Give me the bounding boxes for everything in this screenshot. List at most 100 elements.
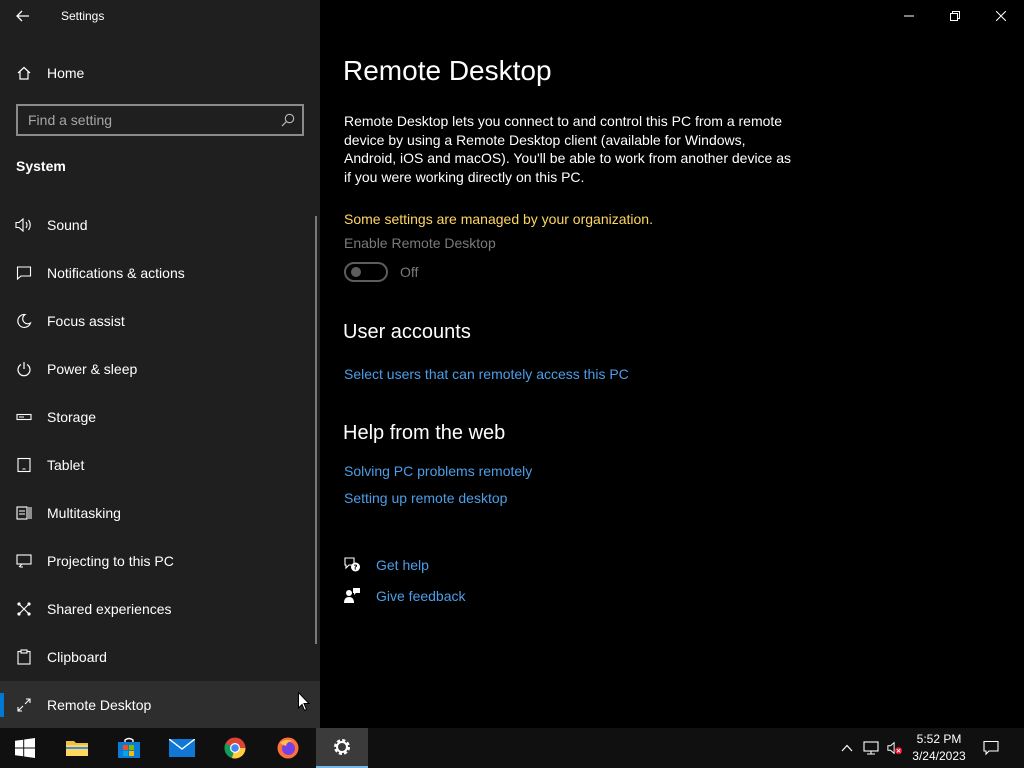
action-center-button[interactable]	[983, 740, 999, 756]
app-title: Settings	[61, 9, 105, 23]
svg-text:?: ?	[353, 564, 357, 572]
sidebar: Settings Home System Sound Notifications…	[0, 0, 320, 729]
taskbar-firefox[interactable]	[263, 728, 313, 768]
nav-list: Sound Notifications & actions Focus assi…	[0, 201, 320, 729]
clock-date: 3/24/2023	[912, 749, 966, 763]
managed-notice: Some settings are managed by your organi…	[344, 211, 653, 227]
enable-remote-desktop-label: Enable Remote Desktop	[344, 235, 496, 251]
minimize-button[interactable]	[886, 0, 932, 32]
sidebar-item-label: Storage	[47, 409, 97, 425]
sidebar-item-remote-desktop[interactable]: Remote Desktop	[0, 681, 320, 729]
sidebar-item-projecting[interactable]: Projecting to this PC	[0, 537, 320, 585]
toggle-state-label: Off	[400, 264, 419, 280]
shared-icon	[15, 601, 33, 617]
taskbar-microsoft-store[interactable]	[104, 728, 154, 768]
give-feedback-link[interactable]: Give feedback	[343, 587, 466, 605]
enable-remote-desktop-toggle[interactable]	[344, 262, 388, 282]
section-label-system: System	[16, 158, 66, 174]
get-help-link[interactable]: ? Get help	[343, 556, 429, 574]
firefox-icon	[277, 737, 299, 759]
start-button[interactable]	[0, 728, 50, 768]
mail-icon	[169, 739, 195, 757]
home-label: Home	[47, 65, 85, 81]
message-icon	[15, 265, 33, 281]
storage-icon	[15, 409, 33, 425]
store-icon	[118, 737, 140, 758]
sidebar-scrollbar[interactable]	[315, 216, 317, 644]
sidebar-item-label: Power & sleep	[47, 361, 138, 377]
sidebar-item-sound[interactable]: Sound	[0, 201, 320, 249]
gear-icon	[334, 739, 350, 755]
search-input[interactable]	[18, 111, 274, 129]
sidebar-item-clipboard[interactable]: Clipboard	[0, 633, 320, 681]
show-hidden-icons-button[interactable]	[839, 740, 855, 756]
chevron-up-icon	[841, 744, 853, 752]
sidebar-item-label: Focus assist	[47, 313, 125, 329]
close-icon	[996, 11, 1006, 21]
sidebar-item-shared-experiences[interactable]: Shared experiences	[0, 585, 320, 633]
sidebar-item-label: Notifications & actions	[47, 265, 185, 281]
sidebar-item-multitasking[interactable]: Multitasking	[0, 489, 320, 537]
clock-time: 5:52 PM	[916, 732, 962, 746]
sidebar-item-label: Remote Desktop	[47, 697, 152, 713]
sidebar-item-power-sleep[interactable]: Power & sleep	[0, 345, 320, 393]
sidebar-item-label: Projecting to this PC	[47, 553, 174, 569]
title-bar: Settings	[0, 0, 320, 32]
network-icon	[863, 741, 879, 755]
notification-icon	[983, 740, 999, 756]
search-box[interactable]	[16, 104, 304, 136]
sidebar-item-label: Tablet	[47, 457, 85, 473]
sidebar-item-notifications[interactable]: Notifications & actions	[0, 249, 320, 297]
sidebar-item-label: Shared experiences	[47, 601, 172, 617]
remote-desktop-icon	[15, 697, 33, 713]
select-users-link[interactable]: Select users that can remotely access th…	[344, 366, 629, 382]
clipboard-icon	[15, 649, 33, 665]
windows-logo-icon	[15, 738, 35, 758]
sidebar-item-label: Sound	[47, 217, 88, 233]
mouse-cursor-icon	[298, 692, 310, 712]
taskbar-file-explorer[interactable]	[52, 728, 102, 768]
home-nav-item[interactable]: Home	[0, 56, 320, 90]
restore-button[interactable]	[932, 0, 978, 32]
network-tray-button[interactable]	[863, 740, 879, 756]
get-help-label: Get help	[376, 557, 429, 573]
folder-icon	[66, 741, 88, 756]
moon-icon	[15, 313, 33, 329]
page-title: Remote Desktop	[343, 55, 552, 86]
taskbar: 5:52 PM 3/24/2023	[0, 728, 1024, 768]
help-from-web-heading: Help from the web	[343, 422, 506, 444]
power-icon	[15, 361, 33, 377]
get-help-icon: ?	[343, 556, 361, 574]
multitasking-icon	[15, 505, 33, 521]
search-icon[interactable]	[274, 113, 302, 127]
restore-icon	[950, 11, 960, 21]
solving-pc-problems-link[interactable]: Solving PC problems remotely	[344, 463, 532, 479]
back-button[interactable]	[0, 0, 46, 32]
sidebar-item-focus-assist[interactable]: Focus assist	[0, 297, 320, 345]
minimize-icon	[904, 15, 914, 17]
volume-muted-icon	[887, 741, 903, 755]
projecting-icon	[15, 553, 33, 569]
close-button[interactable]	[978, 0, 1024, 32]
tablet-icon	[15, 457, 33, 473]
sidebar-item-tablet[interactable]: Tablet	[0, 441, 320, 489]
sidebar-item-label: Clipboard	[47, 649, 107, 665]
taskbar-clock[interactable]: 5:52 PM 3/24/2023	[904, 731, 974, 765]
taskbar-chrome[interactable]	[210, 728, 260, 768]
window-controls	[886, 0, 1024, 32]
taskbar-mail[interactable]	[157, 728, 207, 768]
back-arrow-icon	[16, 10, 29, 22]
feedback-icon	[343, 587, 361, 605]
sidebar-item-storage[interactable]: Storage	[0, 393, 320, 441]
volume-tray-button[interactable]	[887, 740, 903, 756]
toggle-knob	[351, 267, 361, 277]
chrome-icon	[224, 737, 246, 759]
speaker-icon	[15, 217, 33, 233]
setting-up-remote-desktop-link[interactable]: Setting up remote desktop	[344, 490, 507, 506]
sidebar-item-label: Multitasking	[47, 505, 121, 521]
home-icon	[16, 65, 32, 81]
user-accounts-heading: User accounts	[343, 321, 471, 343]
give-feedback-label: Give feedback	[376, 588, 466, 604]
page-description: Remote Desktop lets you connect to and c…	[344, 113, 792, 185]
taskbar-settings[interactable]	[316, 728, 368, 768]
